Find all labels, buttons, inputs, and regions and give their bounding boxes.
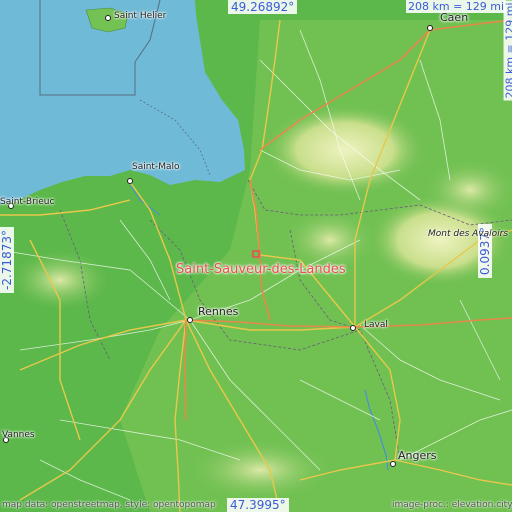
upland-mid: [285, 210, 375, 270]
coord-west: -2.71873°: [0, 227, 14, 293]
city-label-caen: Caen: [440, 11, 469, 24]
upland-normandy: [265, 105, 425, 195]
coord-south: 47.3995°: [227, 498, 289, 512]
upland-south: [190, 440, 330, 500]
city-label-vannes: Vannes: [2, 430, 35, 440]
map-canvas: [0, 0, 512, 512]
city-label-laval: Laval: [364, 320, 388, 330]
city-label-saint-malo: Saint-Malo: [132, 162, 180, 172]
attribution-right: image-proc.: elevation.city: [392, 500, 512, 510]
upland-east: [425, 160, 512, 220]
mountain-label: Mont des Avaloirs: [428, 229, 509, 239]
city-label-angers: Angers: [398, 449, 437, 462]
city-label-saint-brieuc: Saint-Brieuc: [0, 197, 55, 207]
scale-vertical: 208 km = 129 mi: [503, 0, 512, 101]
city-label-rennes: Rennes: [198, 305, 239, 318]
attribution-left: map data: openstreetmap, style: opentopo…: [2, 500, 216, 510]
highlight-place-label: Saint-Sauveur-des-Landes: [176, 262, 346, 277]
map-view[interactable]: 49.26892° 47.3995° -2.71873° 0.0937° 208…: [0, 0, 512, 512]
city-label-saint-helier: Saint Helier: [114, 11, 167, 21]
coord-north: 49.26892°: [228, 0, 298, 14]
